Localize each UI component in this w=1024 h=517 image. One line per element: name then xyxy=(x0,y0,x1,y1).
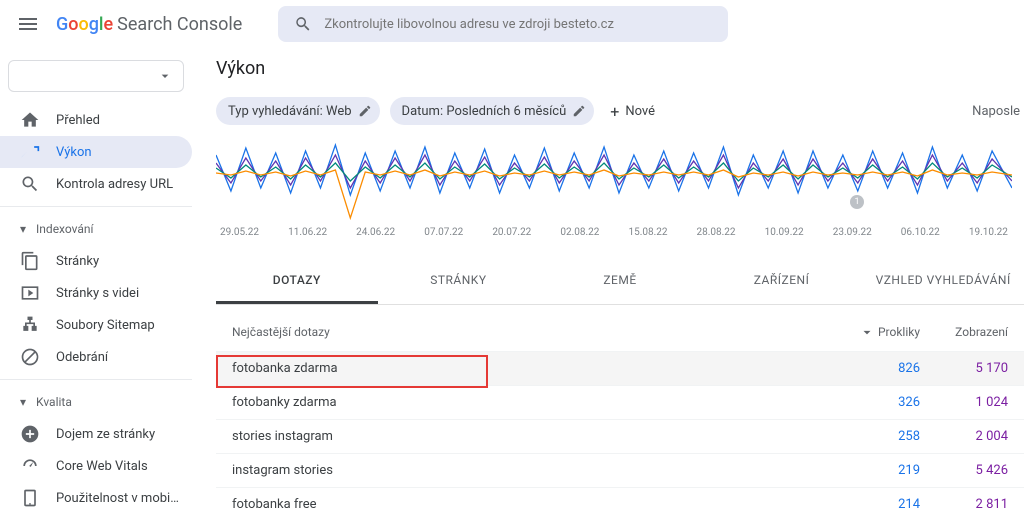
block-icon xyxy=(20,347,40,367)
sidebar: Přehled Výkon Kontrola adresy URL ▾ Inde… xyxy=(0,48,200,517)
url-inspect-input[interactable] xyxy=(324,17,712,32)
search-icon xyxy=(294,15,312,33)
sidebar-item-cwv[interactable]: Core Web Vitals xyxy=(0,450,192,482)
performance-chart[interactable]: 1 29.05.2211.06.2224.06.2207.07.2220.07.… xyxy=(216,133,1012,243)
logo: Google Search Console xyxy=(56,14,242,35)
arrow-down-icon xyxy=(860,325,874,339)
chevron-down-icon: ▾ xyxy=(20,222,26,236)
chart-icon xyxy=(20,142,40,162)
chart-xaxis: 29.05.2211.06.2224.06.2207.07.2220.07.22… xyxy=(216,223,1012,238)
edit-icon xyxy=(358,104,372,118)
table-header: Nejčastější dotazy Prokliky Zobrazení xyxy=(216,305,1024,351)
sidebar-item-removals[interactable]: Odebrání xyxy=(0,341,192,373)
tab-queries[interactable]: DOTAZY xyxy=(216,259,378,304)
speed-icon xyxy=(20,456,40,476)
sidebar-item-sitemaps[interactable]: Soubory Sitemap xyxy=(0,309,192,341)
add-filter-button[interactable]: + Nové xyxy=(610,102,655,121)
chevron-down-icon xyxy=(157,68,173,84)
sidebar-item-pageexp[interactable]: Dojem ze stránky xyxy=(0,418,192,450)
table-row[interactable]: stories instagram 258 2 004 xyxy=(216,419,1024,453)
tab-devices[interactable]: ZAŘÍZENÍ xyxy=(701,259,863,304)
col-impressions[interactable]: Zobrazení xyxy=(920,325,1008,339)
col-query: Nejčastější dotazy xyxy=(232,325,832,339)
tabs: DOTAZY STRÁNKY ZEMĚ ZAŘÍZENÍ VZHLED VYHL… xyxy=(216,259,1024,305)
sidebar-item-pages[interactable]: Stránky xyxy=(0,245,192,277)
chart-annotation[interactable]: 1 xyxy=(850,195,864,209)
tab-countries[interactable]: ZEMĚ xyxy=(539,259,701,304)
hamburger-icon[interactable] xyxy=(16,12,40,36)
mobile-icon xyxy=(20,488,40,508)
tab-appearance[interactable]: VZHLED VYHLEDÁVÁNÍ xyxy=(862,259,1024,304)
filter-chip-type[interactable]: Typ vyhledávání: Web xyxy=(216,97,380,125)
table-row[interactable]: instagram stories 219 5 426 xyxy=(216,453,1024,487)
sidebar-item-videos[interactable]: Stránky s videi xyxy=(0,277,192,309)
last-updated: Naposle xyxy=(972,104,1024,119)
property-selector[interactable] xyxy=(8,60,184,92)
table-row[interactable]: fotobanky zdarma 326 1 024 xyxy=(216,385,1024,419)
sidebar-item-mobile[interactable]: Použitelnost v mobilníc... xyxy=(0,482,192,514)
sitemap-icon xyxy=(20,315,40,335)
url-inspect-search[interactable] xyxy=(278,6,728,42)
plus-circle-icon xyxy=(20,424,40,444)
sidebar-item-performance[interactable]: Výkon xyxy=(0,136,192,168)
table-row[interactable]: fotobanka zdarma 826 5 170 xyxy=(216,351,1024,385)
search-icon xyxy=(20,174,40,194)
chevron-down-icon: ▾ xyxy=(20,395,26,409)
video-icon xyxy=(20,283,40,303)
tab-pages[interactable]: STRÁNKY xyxy=(378,259,540,304)
sidebar-item-url-inspect[interactable]: Kontrola adresy URL xyxy=(0,168,192,200)
plus-icon: + xyxy=(610,102,619,121)
page-title: Výkon xyxy=(216,58,1024,79)
sidebar-section-quality[interactable]: ▾ Kvalita xyxy=(0,386,192,418)
sidebar-section-indexing[interactable]: ▾ Indexování xyxy=(0,213,192,245)
table-row[interactable]: fotobanka free 214 2 811 xyxy=(216,487,1024,517)
pages-icon xyxy=(20,251,40,271)
home-icon xyxy=(20,110,40,130)
col-clicks[interactable]: Prokliky xyxy=(832,325,920,339)
filter-chip-date[interactable]: Datum: Posledních 6 měsíců xyxy=(390,97,595,125)
edit-icon xyxy=(572,104,586,118)
sidebar-item-overview[interactable]: Přehled xyxy=(0,104,192,136)
